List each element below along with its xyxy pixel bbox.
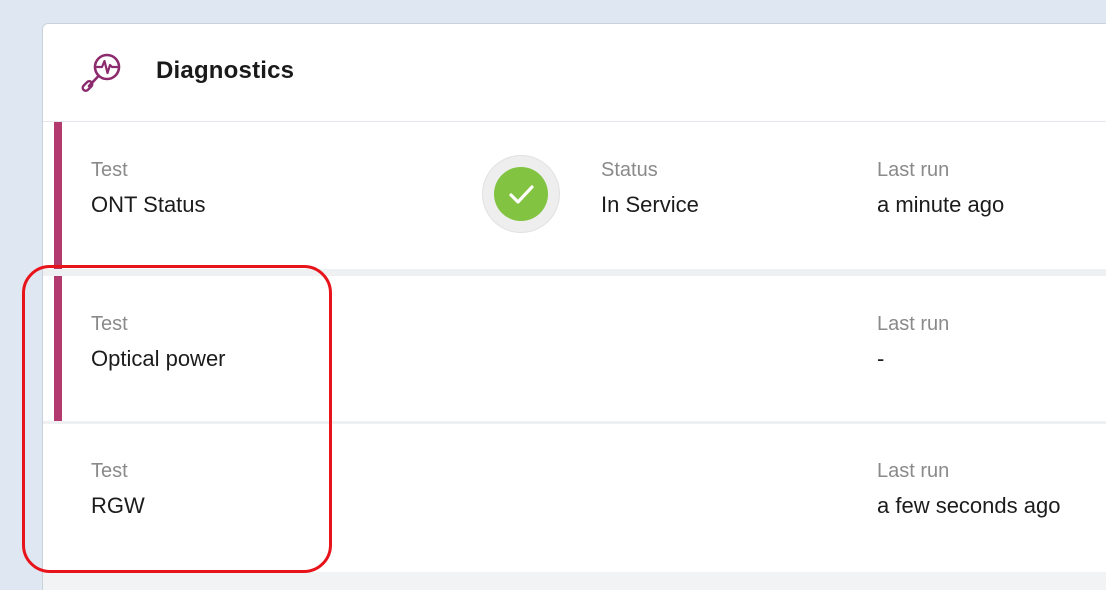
diagnostics-panel: Diagnostics Test ONT Status Status In Se… (42, 23, 1106, 590)
test-name: Optical power (91, 346, 226, 371)
test-name: RGW (91, 493, 145, 518)
panel-footer-strip (43, 572, 1106, 590)
last-run-value: a few seconds ago (877, 493, 1061, 518)
status-label: Status (601, 159, 658, 181)
panel-title: Diagnostics (156, 57, 295, 84)
test-label: Test (91, 313, 128, 335)
last-run-label: Last run (877, 460, 950, 482)
check-icon (509, 185, 534, 204)
row-accent-bar (54, 276, 62, 421)
test-label: Test (91, 460, 128, 482)
test-row-ont-status[interactable]: Test ONT Status Status In Service Last r… (43, 122, 1106, 269)
diagnostics-magnifier-icon (81, 53, 121, 92)
row-accent-bar (54, 122, 62, 269)
status-badge (482, 155, 560, 233)
test-name: ONT Status (91, 192, 206, 217)
screenshot-stage: Diagnostics Test ONT Status Status In Se… (0, 0, 1106, 590)
row-divider (43, 269, 1106, 276)
test-row-optical-power[interactable]: Test Optical power Last run - (43, 276, 1106, 421)
test-row-rgw[interactable]: Test RGW Last run a few seconds ago (43, 424, 1106, 572)
status-value: In Service (601, 192, 699, 217)
test-label: Test (91, 159, 128, 181)
last-run-value: a minute ago (877, 192, 1005, 217)
last-run-value: - (877, 346, 885, 371)
last-run-label: Last run (877, 159, 950, 181)
panel-header[interactable]: Diagnostics (43, 24, 1106, 122)
last-run-label: Last run (877, 313, 950, 335)
